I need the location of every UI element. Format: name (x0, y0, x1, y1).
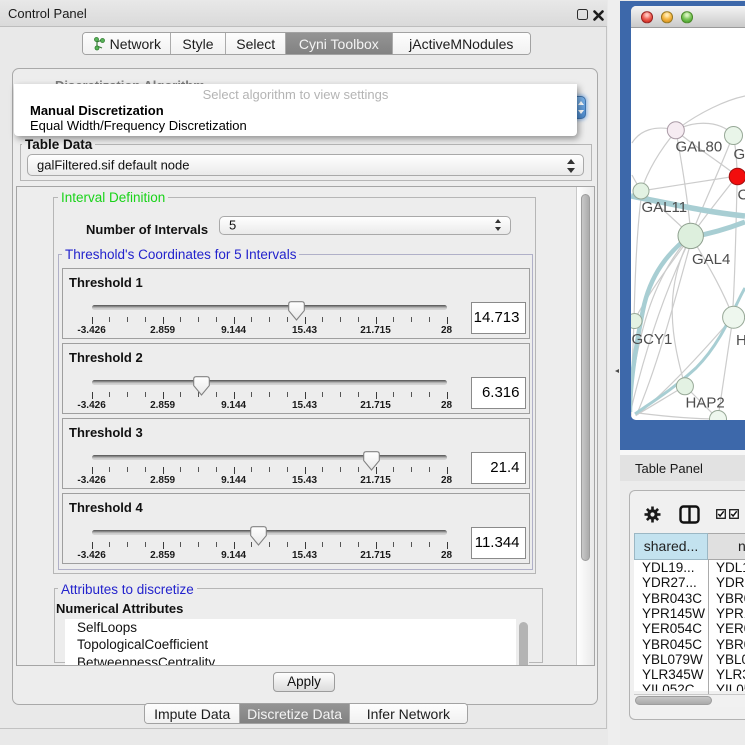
svg-text:HAP2: HAP2 (686, 395, 725, 412)
svg-text:GAL4: GAL4 (692, 251, 730, 268)
svg-text:GA: GA (734, 146, 745, 163)
svg-text:H: H (736, 332, 745, 349)
svg-text:GAL80: GAL80 (676, 139, 723, 156)
svg-text:GAL11: GAL11 (642, 199, 688, 216)
svg-text:C: C (738, 187, 745, 204)
svg-text:GCY1: GCY1 (632, 331, 673, 348)
